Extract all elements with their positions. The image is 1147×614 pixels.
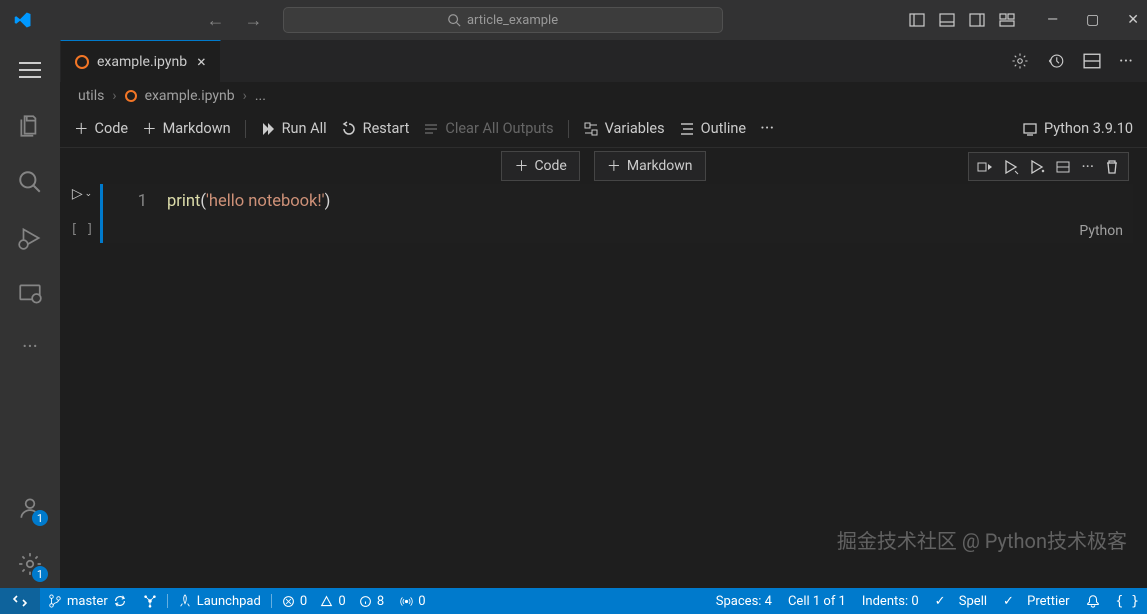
add-markdown-button[interactable]: ＋Markdown (142, 118, 231, 139)
command-center-search[interactable]: article_example (283, 7, 723, 33)
line-number: 1 (117, 192, 147, 211)
explorer-icon[interactable] (6, 102, 54, 150)
tab-filename: example.ipynb (97, 54, 187, 70)
run-by-line-icon[interactable] (977, 157, 993, 176)
insert-markdown-button[interactable]: ＋Markdown (594, 151, 706, 181)
tab-more-icon[interactable]: ··· (1119, 51, 1133, 72)
restart-button[interactable]: Restart (341, 120, 410, 137)
code-cell[interactable]: ▷⌄ [ ] 1 print('hello notebook!') Python (60, 184, 1147, 243)
history-icon[interactable] (1047, 52, 1065, 70)
run-cell-button[interactable]: ▷⌄ (72, 186, 92, 202)
vscode-logo-icon (14, 11, 32, 29)
cell-language-picker[interactable]: Python (1069, 219, 1133, 243)
prettier-status[interactable]: ✓ Prettier (995, 588, 1078, 614)
split-cell-icon[interactable] (1055, 157, 1071, 176)
search-icon (447, 13, 461, 27)
launchpad-button[interactable]: Launchpad (170, 588, 269, 614)
cell-toolbar: ··· (968, 152, 1129, 181)
nav-forward-icon[interactable]: → (245, 10, 263, 31)
execute-above-icon[interactable] (1029, 157, 1045, 176)
clear-outputs-button[interactable]: Clear All Outputs (423, 120, 553, 137)
activity-bar: ··· 1 1 (0, 40, 60, 588)
accounts-icon[interactable]: 1 (6, 484, 54, 532)
sync-icon[interactable] (113, 594, 127, 608)
nav-back-icon[interactable]: ← (207, 10, 225, 31)
panel-left-icon[interactable] (909, 12, 925, 28)
kernel-picker[interactable]: Python 3.9.10 (1022, 120, 1133, 137)
layout-controls (909, 12, 1015, 28)
remote-indicator[interactable] (0, 588, 40, 614)
breadcrumb-seg1[interactable]: utils (78, 88, 104, 104)
more-icon[interactable]: ··· (6, 330, 54, 362)
spaces-indicator[interactable]: Spaces: 4 (708, 588, 780, 614)
nav-arrows: ← → (207, 10, 263, 31)
close-window-button[interactable]: ✕ (1127, 12, 1139, 28)
toolbar-more-icon[interactable]: ··· (760, 118, 774, 139)
delete-cell-icon[interactable] (1104, 157, 1120, 176)
settings-gear-icon[interactable]: 1 (6, 540, 54, 588)
notifications-icon[interactable] (1078, 588, 1108, 614)
run-all-button[interactable]: Run All (260, 120, 327, 137)
indents-indicator[interactable]: Indents: 0 (854, 588, 927, 614)
ports-indicator[interactable]: 0 (392, 588, 433, 614)
problems-indicator[interactable]: 0 0 8 (274, 588, 392, 614)
breadcrumb-seg2[interactable]: example.ipynb (145, 88, 235, 104)
outline-button[interactable]: Outline (679, 120, 746, 137)
tab-close-icon[interactable]: × (197, 52, 206, 71)
customize-layout-icon[interactable] (999, 12, 1015, 28)
execution-count: [ ] (70, 222, 93, 237)
tab-example-ipynb[interactable]: example.ipynb × (60, 40, 221, 82)
debug-icon[interactable] (6, 214, 54, 262)
code-line[interactable]: 1 print('hello notebook!') (103, 184, 1133, 219)
editor-area: example.ipynb × ··· utils › example.ipyn… (60, 40, 1147, 588)
insert-code-button[interactable]: ＋Code (501, 151, 579, 181)
minimize-button[interactable]: — (1047, 12, 1058, 28)
search-text: article_example (467, 13, 558, 28)
watermark-text: 掘金技术社区 @ Python技术极客 (837, 525, 1127, 554)
spell-check[interactable]: ✓ Spell (927, 588, 995, 614)
gitlens-icon[interactable] (135, 588, 165, 614)
cell-area: ＋Code ＋Markdown ··· ▷⌄ [ ] 1 (60, 148, 1147, 588)
add-code-button[interactable]: ＋Code (74, 118, 128, 139)
bracket-indicator[interactable]: { } (1108, 588, 1147, 614)
chevron-icon: › (112, 88, 116, 104)
cell-position[interactable]: Cell 1 of 1 (780, 588, 854, 614)
menu-button[interactable] (6, 46, 54, 94)
notebook-settings-icon[interactable] (1011, 52, 1029, 70)
window-controls: — ▢ ✕ (1047, 12, 1139, 28)
split-editor-icon[interactable] (1083, 52, 1101, 70)
notebook-toolbar: ＋Code ＋Markdown Run All Restart Clear Al… (60, 110, 1147, 148)
variables-button[interactable]: Variables (583, 120, 665, 137)
breadcrumb[interactable]: utils › example.ipynb › ... (60, 82, 1147, 110)
chevron-icon: › (243, 88, 247, 104)
search-sidebar-icon[interactable] (6, 158, 54, 206)
tabs-row: example.ipynb × ··· (60, 40, 1147, 82)
breadcrumb-seg3[interactable]: ... (255, 88, 266, 104)
status-bar: master Launchpad 0 0 8 0 Spaces: 4 Cell … (0, 588, 1147, 614)
remote-explorer-icon[interactable] (6, 270, 54, 318)
panel-bottom-icon[interactable] (939, 12, 955, 28)
jupyter-icon (75, 55, 89, 69)
panel-right-icon[interactable] (969, 12, 985, 28)
cell-more-icon[interactable]: ··· (1081, 157, 1094, 176)
maximize-button[interactable]: ▢ (1086, 12, 1099, 28)
title-bar: ← → article_example — ▢ ✕ (0, 0, 1147, 40)
execute-cell-icon[interactable] (1003, 157, 1019, 176)
git-branch[interactable]: master (40, 588, 135, 614)
jupyter-icon (125, 90, 137, 102)
